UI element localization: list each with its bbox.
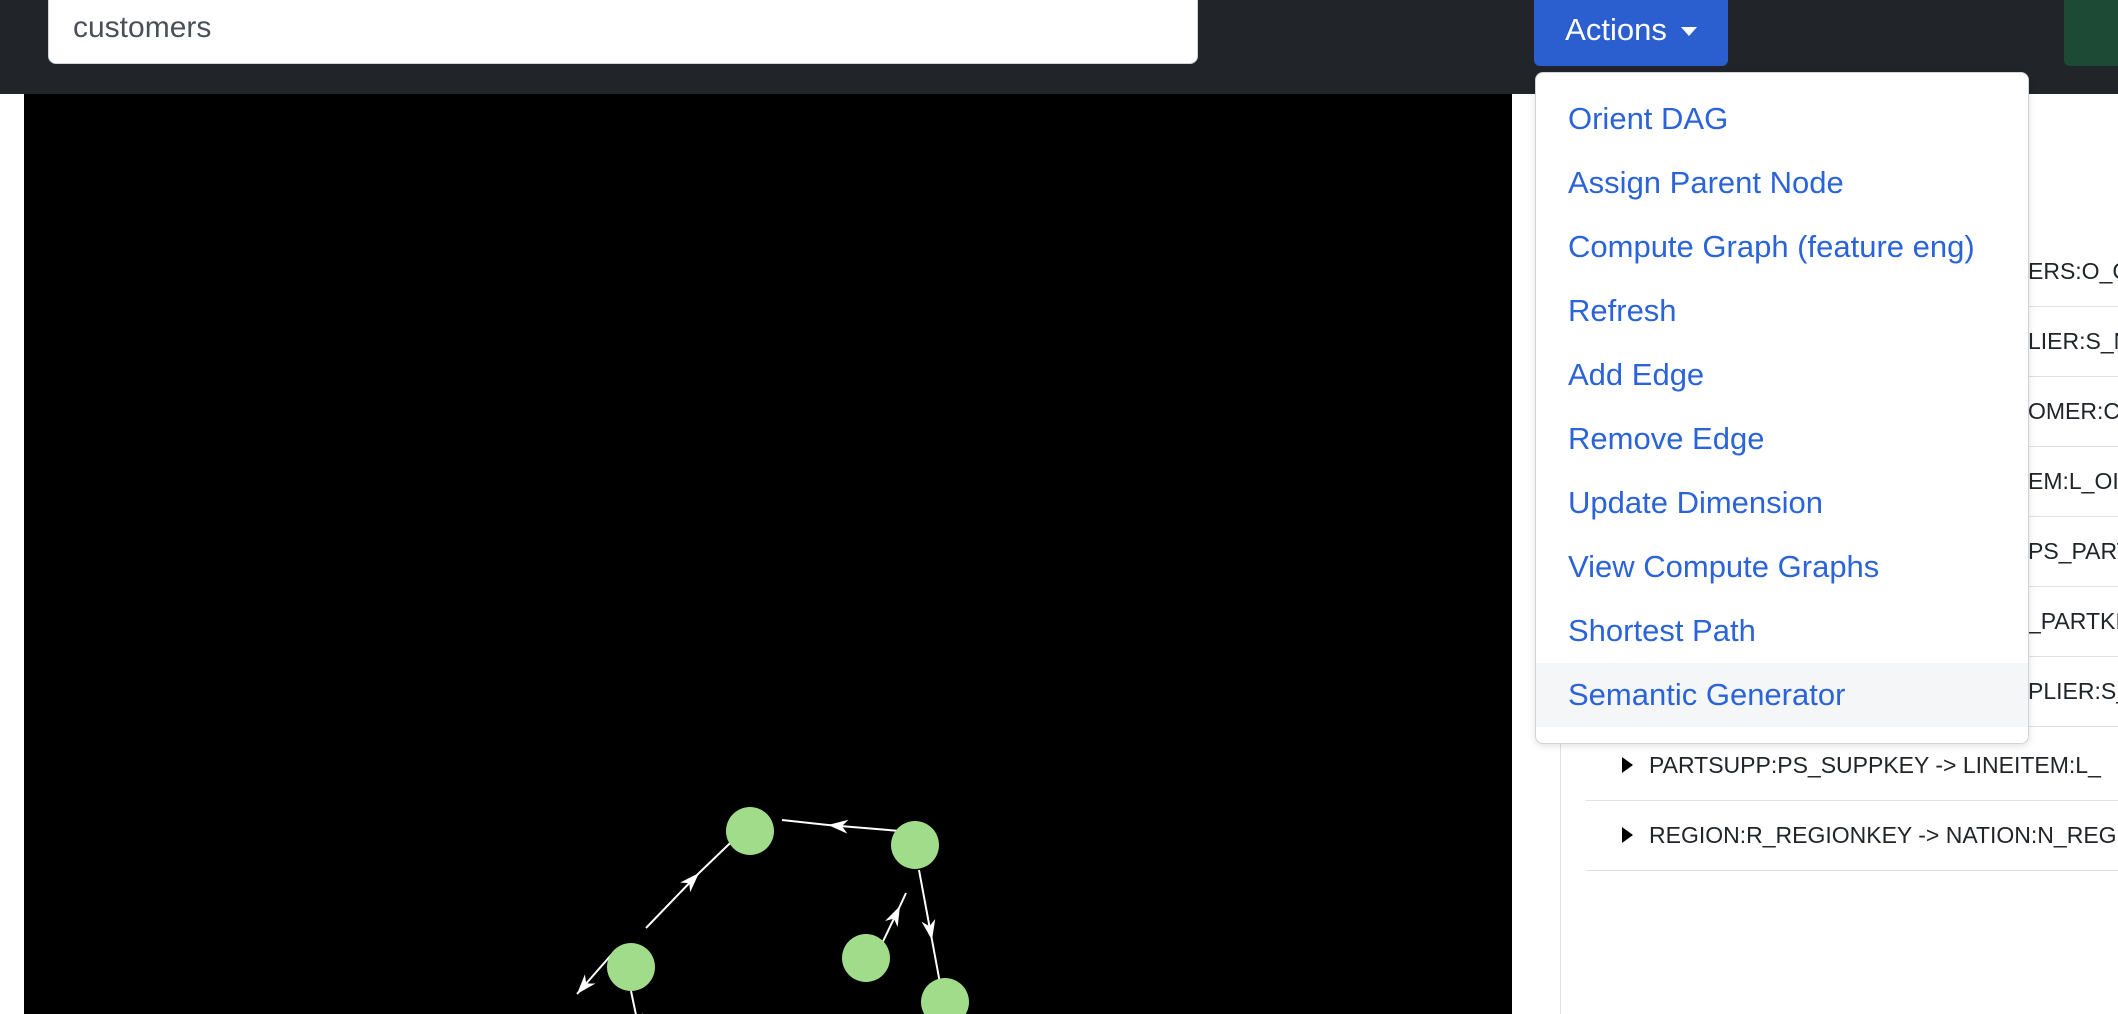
- edge-label: PLIER:S_: [2028, 677, 2118, 704]
- edge-label: EM:L_OI: [2028, 467, 2118, 494]
- edge-list-item[interactable]: PS_PART: [2028, 516, 2118, 587]
- edge-label: REGION:R_REGIONKEY -> NATION:N_REG: [1649, 821, 2117, 848]
- menu-item-orient-dag[interactable]: Orient DAG: [1536, 87, 2028, 151]
- graph-edge: [576, 953, 613, 995]
- graph-node[interactable]: [842, 934, 890, 982]
- menu-item-refresh[interactable]: Refresh: [1536, 279, 2028, 343]
- edge-list-item[interactable]: PLIER:S_: [2028, 656, 2118, 727]
- graph-edge: [781, 819, 829, 826]
- menu-item-assign-parent-node[interactable]: Assign Parent Node: [1536, 151, 2028, 215]
- edge-label: PS_PART: [2028, 537, 2118, 564]
- menu-item-compute-graph-feature-eng[interactable]: Compute Graph (feature eng): [1536, 215, 2028, 279]
- expand-triangle-icon[interactable]: [1622, 757, 1633, 773]
- graph-node[interactable]: [726, 807, 774, 855]
- edge-list-item[interactable]: EM:L_OI: [2028, 446, 2118, 517]
- graph-svg: [576, 807, 969, 1014]
- actions-button-label: Actions: [1565, 12, 1667, 47]
- edge-label: LIER:S_N: [2028, 327, 2118, 354]
- edge-list-item[interactable]: ERS:O_C: [2028, 236, 2118, 307]
- graph-edge: [918, 869, 936, 941]
- caret-down-icon: [1680, 26, 1697, 36]
- menu-item-remove-edge[interactable]: Remove Edge: [1536, 407, 2028, 471]
- graph-edge: [899, 892, 907, 907]
- edge-label: OMER:C_: [2028, 397, 2118, 424]
- graph-node[interactable]: [891, 821, 939, 869]
- actions-dropdown-button[interactable]: Actions: [1534, 0, 1728, 66]
- edge-list-item[interactable]: OMER:C_: [2028, 376, 2118, 447]
- graph-node[interactable]: [607, 943, 655, 991]
- edge-label: PARTSUPP:PS_SUPPKEY -> LINEITEM:L_: [1649, 751, 2101, 778]
- menu-item-add-edge[interactable]: Add Edge: [1536, 343, 2028, 407]
- edge-list-item[interactable]: REGION:R_REGIONKEY -> NATION:N_REG: [1586, 800, 2118, 871]
- menu-item-shortest-path[interactable]: Shortest Path: [1536, 599, 2028, 663]
- actions-dropdown-menu: Orient DAG Assign Parent Node Compute Grap…: [1535, 72, 2029, 744]
- search-input[interactable]: [48, 0, 1198, 64]
- graph-edge: [629, 990, 643, 1014]
- edge-list-item[interactable]: LIER:S_N: [2028, 306, 2118, 377]
- menu-item-view-compute-graphs[interactable]: View Compute Graphs: [1536, 535, 2028, 599]
- graph-edge: [645, 872, 700, 929]
- graph-edge: [827, 819, 901, 834]
- edge-label: _PARTKI: [2028, 607, 2118, 634]
- graph-canvas[interactable]: [24, 94, 1512, 1014]
- edge-list-item[interactable]: _PARTKI: [2028, 586, 2118, 657]
- edge-label: ERS:O_C: [2028, 257, 2118, 284]
- menu-item-update-dimension[interactable]: Update Dimension: [1536, 471, 2028, 535]
- menu-item-semantic-generator[interactable]: Semantic Generator: [1536, 663, 2028, 727]
- expand-triangle-icon[interactable]: [1622, 827, 1633, 843]
- green-action-button[interactable]: [2064, 0, 2118, 66]
- graph-node[interactable]: [921, 978, 969, 1014]
